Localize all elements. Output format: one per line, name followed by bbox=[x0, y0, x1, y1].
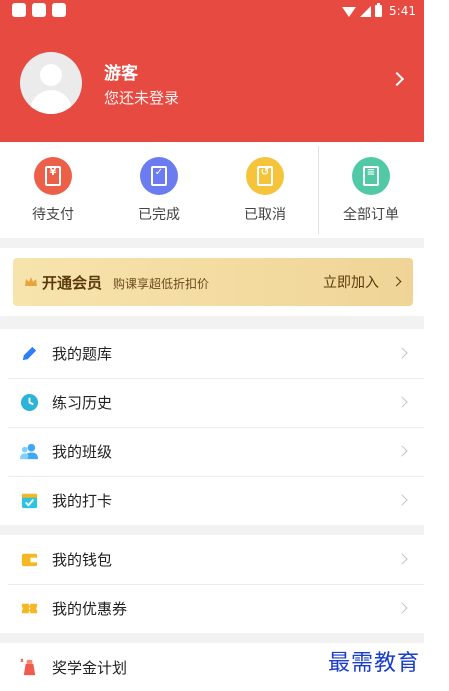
wifi-icon bbox=[342, 7, 357, 17]
order-shortcuts: ¥ 待支付 ✓ 已完成 ↺ 已取消 ≡ 全部订单 bbox=[0, 142, 424, 238]
screen: 5:41 游客 您还未登录 ¥ 待支付 ✓ 已完成 ↺ 已取消 ≡ 全部订单 开… bbox=[0, 0, 449, 691]
order-all-icon: ≡ bbox=[352, 157, 390, 195]
order-pending-button[interactable]: ¥ 待支付 bbox=[0, 142, 106, 238]
chevron-right-icon bbox=[396, 396, 408, 408]
chevron-right-icon bbox=[391, 276, 402, 287]
profile-header: 5:41 游客 您还未登录 bbox=[0, 0, 424, 142]
chevron-right-icon bbox=[389, 71, 405, 87]
chevron-right-icon bbox=[396, 553, 408, 565]
order-label: 待支付 bbox=[32, 207, 74, 223]
order-label: 全部订单 bbox=[343, 207, 399, 223]
order-completed-button[interactable]: ✓ 已完成 bbox=[106, 142, 212, 238]
order-cancelled-icon: ↺ bbox=[246, 157, 284, 195]
chevron-right-icon bbox=[396, 494, 408, 506]
calendar-check-icon bbox=[21, 493, 38, 509]
order-label: 已取消 bbox=[244, 207, 286, 223]
notification-icon bbox=[32, 3, 46, 17]
menu-item-practice-history[interactable]: 练习历史 bbox=[0, 378, 424, 427]
menu-item-wallet[interactable]: 我的钱包 bbox=[0, 535, 424, 584]
menu-group-wallet: 我的钱包 我的优惠券 bbox=[0, 535, 424, 633]
pencil-icon bbox=[22, 346, 37, 361]
notification-icon bbox=[12, 3, 26, 17]
wallet-icon bbox=[21, 553, 38, 567]
menu-item-coupons[interactable]: 我的优惠券 bbox=[0, 584, 424, 633]
order-glyph: ≡ bbox=[366, 167, 376, 178]
status-bar: 5:41 bbox=[0, 0, 424, 22]
battery-icon bbox=[375, 3, 383, 17]
clock-icon bbox=[20, 393, 39, 412]
menu-label: 我的钱包 bbox=[52, 551, 113, 569]
vip-subtitle: 购课享超低折扣价 bbox=[113, 277, 210, 291]
status-time: 5:41 bbox=[389, 4, 416, 18]
scholarship-bag-icon bbox=[20, 658, 36, 676]
user-name: 游客 bbox=[104, 64, 138, 84]
avatar-body bbox=[30, 90, 72, 114]
menu-label: 奖学金计划 bbox=[52, 659, 128, 677]
vip-title: 开通会员 bbox=[42, 274, 103, 292]
menu-item-check-in[interactable]: 我的打卡 bbox=[0, 476, 424, 525]
vip-section: 开通会员 购课享超低折扣价 立即加入 bbox=[0, 248, 424, 316]
avatar-head bbox=[40, 64, 62, 86]
order-cancelled-button[interactable]: ↺ 已取消 bbox=[212, 142, 318, 238]
menu-item-my-class[interactable]: 我的班级 bbox=[0, 427, 424, 476]
avatar[interactable] bbox=[20, 52, 82, 114]
app-root: 5:41 游客 您还未登录 ¥ 待支付 ✓ 已完成 ↺ 已取消 ≡ 全部订单 开… bbox=[0, 0, 424, 691]
menu-item-question-bank[interactable]: 我的题库 bbox=[0, 329, 424, 378]
order-glyph: ✓ bbox=[154, 167, 164, 178]
signal-icon bbox=[360, 5, 372, 17]
order-label: 已完成 bbox=[138, 207, 180, 223]
coupon-icon bbox=[21, 603, 38, 614]
status-indicators: 5:41 bbox=[342, 2, 416, 20]
chevron-right-icon bbox=[396, 347, 408, 359]
order-all-button[interactable]: ≡ 全部订单 bbox=[318, 142, 424, 238]
join-now-button[interactable]: 立即加入 bbox=[323, 272, 379, 292]
menu-label: 练习历史 bbox=[52, 394, 113, 412]
users-icon bbox=[20, 443, 39, 460]
order-glyph: ¥ bbox=[49, 167, 57, 178]
order-glyph: ↺ bbox=[260, 167, 270, 178]
login-status: 您还未登录 bbox=[104, 89, 180, 107]
menu-group-study: 我的题库 练习历史 我的班级 我的打卡 bbox=[0, 329, 424, 525]
chevron-right-icon bbox=[396, 445, 408, 457]
profile-row[interactable]: 游客 您还未登录 bbox=[0, 44, 424, 124]
vip-banner[interactable]: 开通会员 购课享超低折扣价 立即加入 bbox=[13, 258, 413, 306]
menu-label: 我的打卡 bbox=[52, 492, 113, 510]
menu-label: 我的优惠券 bbox=[52, 600, 128, 618]
menu-label: 我的题库 bbox=[52, 345, 113, 363]
notification-icon bbox=[52, 3, 66, 17]
crown-icon bbox=[25, 277, 37, 286]
watermark-text: 最需教育 bbox=[328, 651, 421, 676]
order-completed-icon: ✓ bbox=[140, 157, 178, 195]
order-pending-icon: ¥ bbox=[34, 157, 72, 195]
menu-label: 我的班级 bbox=[52, 443, 113, 461]
chevron-right-icon bbox=[396, 602, 408, 614]
